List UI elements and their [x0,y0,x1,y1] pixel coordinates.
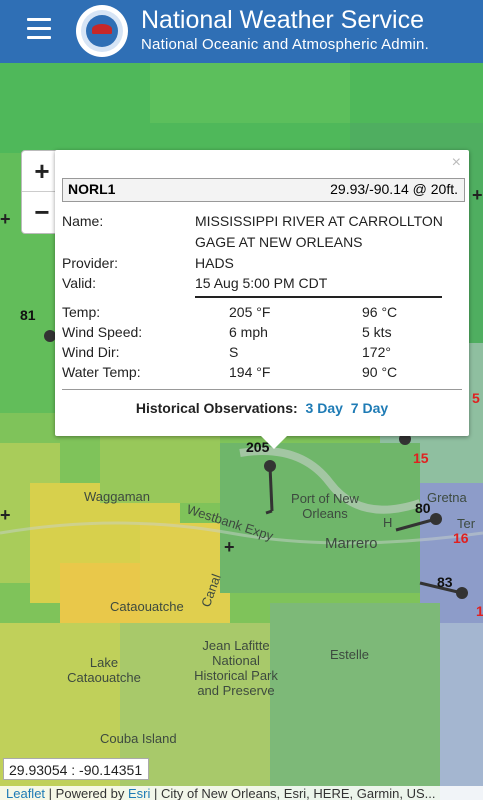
noaa-logo [76,5,128,57]
cursor-coordinates: 29.93054 : -90.14351 [3,758,149,780]
wind-speed-mph: 6 mph [229,324,268,340]
app-title: National Weather Service [141,6,425,34]
temp-f: 205 °F [229,304,271,320]
station-location: 29.93/-90.14 @ 20ft. [330,181,458,197]
name-value-2: GAGE AT NEW ORLEANS [195,234,363,250]
station-popup: × NORL1 29.93/-90.14 @ 20ft. Name: MISSI… [55,150,469,449]
wind-dir-degrees: 172° [362,344,391,360]
historical-label: Historical Observations: [135,400,298,416]
station-temp-label[interactable]: 15 [413,450,429,466]
station-temp-label[interactable]: 83 [437,574,453,590]
app-subtitle: National Oceanic and Atmospheric Admin. [141,36,429,53]
map-attribution: Leaflet | Powered by Esri | City of New … [0,786,483,800]
temp-c: 96 °C [362,304,398,320]
menu-icon[interactable] [27,18,51,39]
divider [195,296,442,298]
divider [62,389,462,390]
station-temp-label[interactable]: 16 [453,530,469,546]
valid-value: 15 Aug 5:00 PM CDT [195,275,328,291]
history-7day-link[interactable]: 7 Day [351,400,388,416]
water-temp-f: 194 °F [229,364,271,380]
name-value-1: MISSISSIPPI RIVER AT CARROLLTON [195,213,443,229]
historical-observations: Historical Observations: 3 Day 7 Day [55,400,469,416]
provider-label: Provider: [62,255,119,271]
app-header: National Weather Service National Oceani… [0,0,483,63]
station-temp-label[interactable]: 81 [20,307,36,323]
wind-dir-label: Wind Dir: [62,344,120,360]
provider-value: HADS [195,255,234,271]
station-header: NORL1 29.93/-90.14 @ 20ft. [62,178,465,202]
leaflet-link[interactable]: Leaflet [6,786,45,800]
water-temp-label: Water Temp: [62,364,141,380]
station-temp-label[interactable]: 5 [472,390,480,406]
station-id: NORL1 [68,181,116,197]
esri-link[interactable]: Esri [128,786,150,800]
name-label: Name: [62,213,104,229]
close-icon[interactable]: × [452,154,461,172]
wind-speed-kts: 5 kts [362,324,392,340]
station-temp-label[interactable]: 1 [476,603,483,619]
wind-dir-cardinal: S [229,344,239,360]
station-temp-label[interactable]: 80 [415,500,431,516]
valid-label: Valid: [62,275,96,291]
wind-speed-label: Wind Speed: [62,324,143,340]
temp-label: Temp: [62,304,101,320]
attribution-separator: | [48,786,56,800]
history-3day-link[interactable]: 3 Day [306,400,343,416]
attribution-sources: City of New Orleans, Esri, HERE, Garmin,… [160,786,436,800]
popup-pointer [260,435,288,449]
powered-by-label: Powered by [55,786,125,800]
attribution-separator: | [153,786,161,800]
water-temp-c: 90 °C [362,364,398,380]
